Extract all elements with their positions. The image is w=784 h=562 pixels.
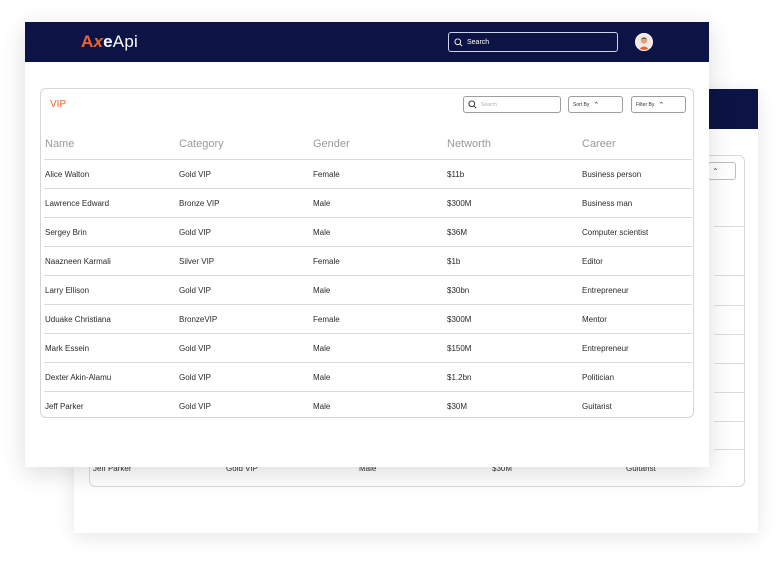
- cell-gender: Male: [312, 275, 446, 305]
- cell-name: Mark Essein: [44, 333, 178, 363]
- table-row[interactable]: Larry Ellison Gold VIP Male $30bn Entrep…: [44, 275, 692, 305]
- vip-panel: VIP Search Sort By ⌃ Filter By ⌃ Name Ca…: [40, 88, 694, 420]
- cell-gender: Female: [312, 159, 446, 189]
- cell-career: Mentor: [581, 304, 692, 334]
- filter-by-label: Filter By: [636, 101, 655, 108]
- cell-career: Business man: [581, 188, 692, 218]
- sort-by-label: Sort By: [573, 101, 590, 108]
- table-search-input[interactable]: Search: [463, 96, 561, 113]
- cell-category: Gold VIP: [178, 217, 312, 247]
- cell-category: BronzeVIP: [178, 304, 312, 334]
- cell-category: Gold VIP: [178, 391, 312, 420]
- cell-name: Lawrence Edward: [44, 188, 178, 218]
- cell-career: Entrepreneur: [581, 333, 692, 363]
- table-row[interactable]: Dexter Akin-Alamu Gold VIP Male $1.2bn P…: [44, 362, 692, 392]
- search-icon: [468, 100, 477, 109]
- background-row-divider: [714, 421, 744, 422]
- cell-networth: $30bn: [446, 275, 581, 305]
- background-row-divider: [714, 226, 744, 227]
- cell-gender: Male: [312, 362, 446, 392]
- cell-networth: $1.2bn: [446, 362, 581, 392]
- search-placeholder: Search: [467, 38, 490, 46]
- table-row[interactable]: Lawrence Edward Bronze VIP Male $300M Bu…: [44, 188, 692, 218]
- sort-by-dropdown[interactable]: Sort By ⌃: [568, 96, 623, 113]
- cell-gender: Female: [312, 304, 446, 334]
- cell-networth: $150M: [446, 333, 581, 363]
- search-icon: [454, 37, 463, 46]
- cell-career: Editor: [581, 246, 692, 276]
- cell-gender: Male: [312, 391, 446, 420]
- cell-networth: $11b: [446, 159, 581, 189]
- background-row-divider: [714, 363, 744, 364]
- table-row[interactable]: Alice Walton Gold VIP Female $11b Busine…: [44, 159, 692, 189]
- column-header-category[interactable]: Category: [178, 129, 312, 160]
- background-row-divider: [714, 305, 744, 306]
- logo-letter: A: [81, 32, 94, 51]
- background-row-divider: [714, 392, 744, 393]
- cell-networth: $300M: [446, 304, 581, 334]
- table-header-row: Name Category Gender Networth Career: [44, 129, 692, 160]
- column-header-career[interactable]: Career: [581, 129, 692, 160]
- filter-by-dropdown[interactable]: Filter By ⌃: [631, 96, 686, 113]
- logo-letter: x: [93, 32, 104, 51]
- chevron-up-icon: ⌃: [593, 101, 600, 109]
- cell-category: Gold VIP: [178, 333, 312, 363]
- cell-career: Guitarist: [581, 391, 692, 420]
- vip-table: Name Category Gender Networth Career Ali…: [44, 129, 692, 420]
- background-row-divider: [714, 449, 744, 450]
- panel-title: VIP: [50, 99, 67, 110]
- cell-category: Gold VIP: [178, 275, 312, 305]
- logo-text: Api: [112, 32, 138, 51]
- cell-career: Politician: [581, 362, 692, 392]
- axeapi-logo[interactable]: AxeApi: [81, 32, 138, 52]
- chevron-up-icon: ⌃: [658, 101, 665, 109]
- cell-name: Uduake Christiana: [44, 304, 178, 334]
- cell-networth: $300M: [446, 188, 581, 218]
- cell-category: Gold VIP: [178, 159, 312, 189]
- chevron-up-icon: ⌃: [712, 166, 719, 176]
- table-row[interactable]: Sergey Brin Gold VIP Male $36M Computer …: [44, 217, 692, 247]
- cell-gender: Male: [312, 333, 446, 363]
- cell-name: Larry Ellison: [44, 275, 178, 305]
- global-search-input[interactable]: Search: [448, 32, 618, 52]
- cell-career: Business person: [581, 159, 692, 189]
- cell-category: Bronze VIP: [178, 188, 312, 218]
- cell-career: Computer scientist: [581, 217, 692, 247]
- table-row[interactable]: Naazneen Karmali Silver VIP Female $1b E…: [44, 246, 692, 276]
- top-nav-bar: AxeApi Search: [25, 22, 709, 62]
- cell-name: Naazneen Karmali: [44, 246, 178, 276]
- column-header-name[interactable]: Name: [44, 129, 178, 160]
- cell-name: Jeff Parker: [44, 391, 178, 420]
- background-row-divider: [714, 275, 744, 276]
- logo-letter: e: [103, 32, 113, 51]
- background-filter-dropdown: ⌃: [708, 162, 736, 180]
- cell-category: Gold VIP: [178, 362, 312, 392]
- cell-networth: $1b: [446, 246, 581, 276]
- cell-career: Entrepreneur: [581, 275, 692, 305]
- table-row[interactable]: Uduake Christiana BronzeVIP Female $300M…: [44, 304, 692, 334]
- column-header-networth[interactable]: Networth: [446, 129, 581, 160]
- cell-gender: Female: [312, 246, 446, 276]
- cell-gender: Male: [312, 217, 446, 247]
- cell-networth: $30M: [446, 391, 581, 420]
- column-header-gender[interactable]: Gender: [312, 129, 446, 160]
- main-window: AxeApi Search VIP Search Sort By ⌃ Filte…: [25, 22, 709, 467]
- cell-category: Silver VIP: [178, 246, 312, 276]
- search-placeholder: Search: [481, 101, 497, 108]
- background-row-divider: [714, 334, 744, 335]
- cell-networth: $36M: [446, 217, 581, 247]
- cell-name: Alice Walton: [44, 159, 178, 189]
- cell-gender: Male: [312, 188, 446, 218]
- table-row[interactable]: Mark Essein Gold VIP Male $150M Entrepre…: [44, 333, 692, 363]
- cell-name: Sergey Brin: [44, 217, 178, 247]
- cell-name: Dexter Akin-Alamu: [44, 362, 178, 392]
- user-avatar[interactable]: [635, 33, 653, 51]
- avatar-image: [636, 34, 652, 50]
- table-row[interactable]: Jeff Parker Gold VIP Male $30M Guitarist: [44, 391, 692, 420]
